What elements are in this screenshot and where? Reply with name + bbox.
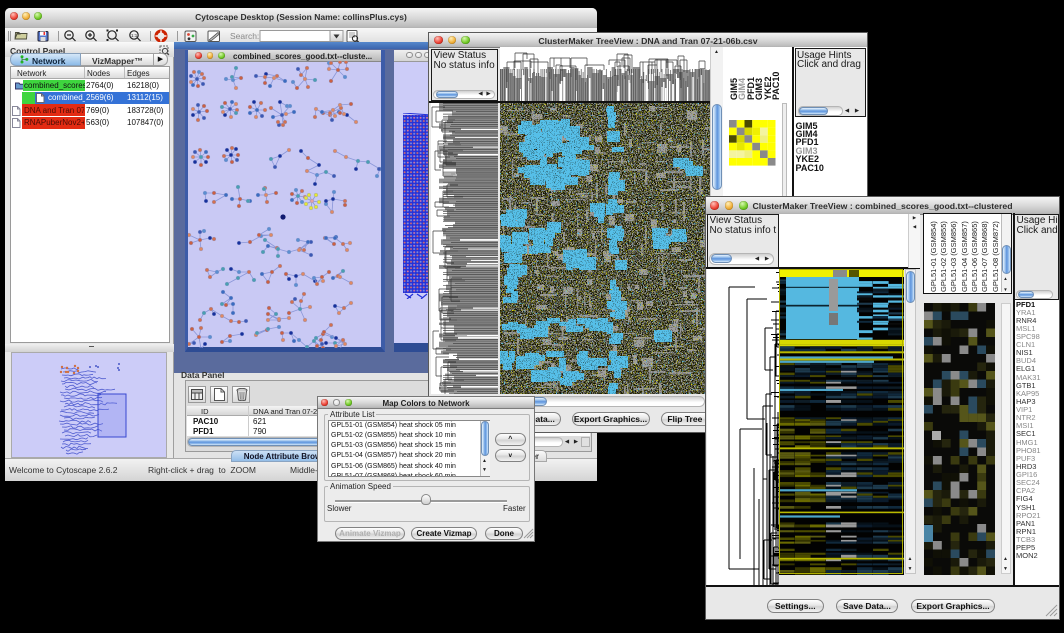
svg-text:1:1: 1:1 — [131, 33, 138, 38]
svg-text:Search:: Search: — [230, 31, 259, 41]
